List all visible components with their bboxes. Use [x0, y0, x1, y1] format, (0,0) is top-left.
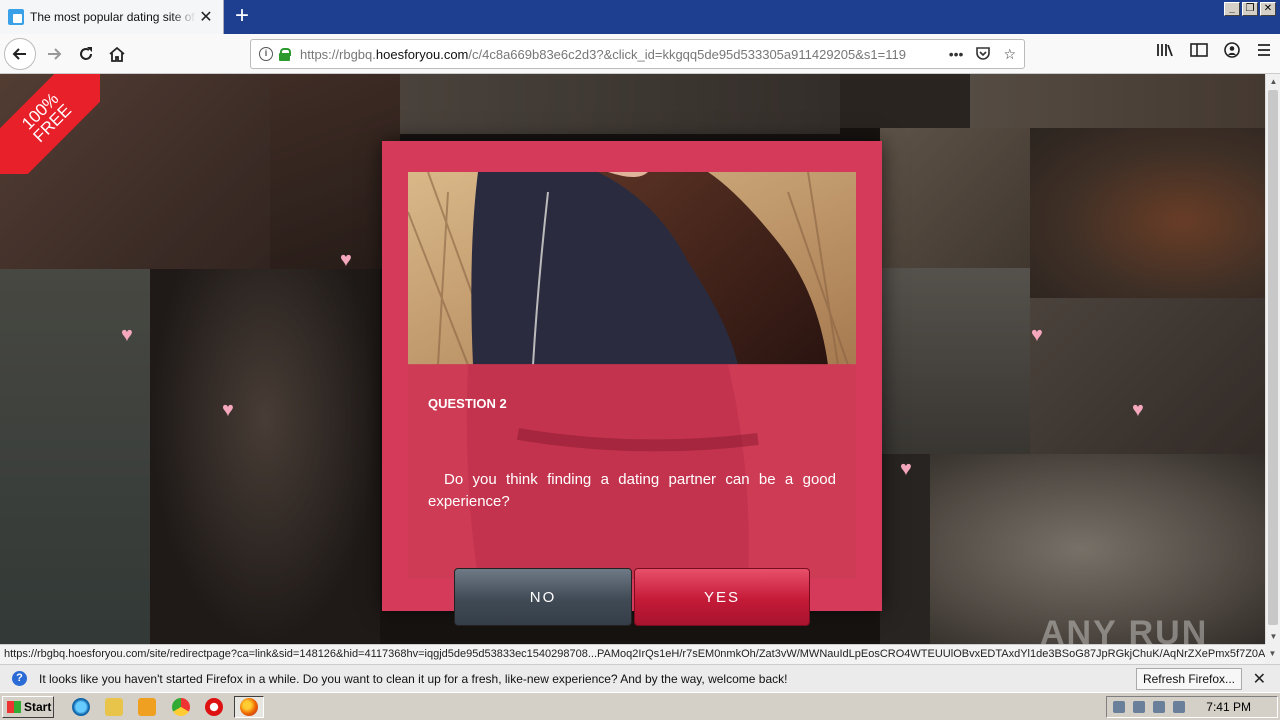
sidebar-icon[interactable]	[1190, 42, 1208, 63]
home-icon	[109, 46, 125, 62]
heart-icon: ♥	[1132, 399, 1144, 421]
new-tab-button[interactable]: +	[228, 3, 256, 31]
home-button[interactable]	[101, 38, 133, 70]
internet-explorer-icon[interactable]	[72, 698, 90, 716]
notification-text: It looks like you haven't started Firefo…	[39, 671, 788, 686]
url-text[interactable]: https://rbgbq.hoesforyou.com/c/4c8a669b8…	[300, 47, 910, 62]
page-actions-menu-icon[interactable]: •••	[949, 46, 964, 62]
site-favicon-icon	[8, 9, 24, 25]
hamburger-menu-icon[interactable]	[1256, 42, 1272, 63]
scroll-up-arrow-icon[interactable]: ▲	[1266, 74, 1280, 89]
pocket-icon[interactable]	[975, 46, 991, 63]
reload-button[interactable]	[70, 38, 102, 70]
volume-icon[interactable]	[1153, 701, 1165, 713]
browser-tab[interactable]: The most popular dating site of the ✕	[0, 0, 224, 34]
system-tray: 7:41 PM	[1106, 696, 1278, 718]
heart-icon: ♥	[121, 324, 133, 346]
library-icon[interactable]	[1156, 42, 1174, 63]
reload-icon	[80, 47, 92, 60]
start-button[interactable]: Start	[2, 696, 54, 718]
help-icon: ?	[12, 671, 27, 686]
windows-logo-icon	[7, 701, 21, 713]
notification-close-icon[interactable]: ✕	[1253, 669, 1266, 689]
no-button[interactable]: NO	[454, 568, 632, 626]
bookmark-star-icon[interactable]: ☆	[1003, 46, 1016, 63]
question-number: QUESTION 2	[428, 396, 507, 411]
minimize-button[interactable]: _	[1224, 2, 1240, 16]
woman-photo-icon	[408, 172, 856, 365]
heart-icon: ♥	[900, 458, 912, 480]
window-controls: _ ❐ ✕	[1224, 2, 1276, 16]
modal-photo	[408, 172, 856, 365]
notification-bar: ? It looks like you haven't started Fire…	[0, 664, 1280, 692]
tab-title: The most popular dating site of the	[30, 10, 196, 24]
firefox-icon	[240, 698, 258, 716]
start-label: Start	[24, 700, 52, 714]
watermark: ANY RUN	[1040, 614, 1209, 644]
scrollbar-thumb[interactable]	[1268, 90, 1278, 625]
forward-arrow-icon	[48, 48, 62, 60]
clock[interactable]: 7:41 PM	[1206, 700, 1251, 714]
account-icon[interactable]	[1224, 42, 1240, 63]
restore-button[interactable]: ❐	[1242, 2, 1258, 16]
flag-icon[interactable]	[1173, 701, 1185, 713]
lock-icon[interactable]	[279, 48, 291, 61]
status-scroll-arrow-icon: ▼	[1265, 644, 1280, 664]
question-panel: QUESTION 2 Do you think finding a dating…	[408, 364, 856, 579]
info-icon[interactable]: i	[259, 47, 273, 61]
folder-icon[interactable]	[105, 698, 123, 716]
forward-button[interactable]	[38, 38, 70, 70]
back-arrow-icon	[12, 48, 26, 60]
tab-close-icon[interactable]: ✕	[197, 7, 215, 27]
heart-icon: ♥	[1031, 324, 1043, 346]
tray-arrow-icon[interactable]	[1113, 701, 1125, 713]
tab-strip: The most popular dating site of the ✕ + …	[0, 0, 1280, 34]
chrome-icon[interactable]	[172, 698, 190, 716]
scroll-down-arrow-icon[interactable]: ▼	[1266, 629, 1280, 644]
vertical-scrollbar[interactable]: ▲ ▼	[1265, 74, 1280, 644]
yes-button[interactable]: YES	[634, 568, 810, 626]
firefox-taskbar-button[interactable]	[234, 696, 264, 718]
refresh-firefox-button[interactable]: Refresh Firefox...	[1135, 668, 1242, 690]
navigation-toolbar: i https://rbgbq.hoesforyou.com/c/4c8a669…	[0, 34, 1280, 74]
network-icon[interactable]	[1133, 701, 1145, 713]
status-link-url: https://rbgbq.hoesforyou.com/site/redire…	[0, 644, 1265, 664]
address-bar[interactable]: i https://rbgbq.hoesforyou.com/c/4c8a669…	[250, 39, 1025, 69]
back-button[interactable]	[4, 38, 36, 70]
question-modal: QUESTION 2 Do you think finding a dating…	[382, 141, 882, 626]
free-ribbon: 100% FREE	[0, 74, 100, 174]
opera-icon[interactable]	[205, 698, 223, 716]
heart-icon: ♥	[222, 399, 234, 421]
heart-icon: ♥	[340, 249, 352, 271]
question-text: Do you think finding a dating partner ca…	[428, 471, 836, 510]
taskbar: Start 7:41 PM	[0, 692, 1280, 720]
close-window-button[interactable]: ✕	[1260, 2, 1276, 16]
media-player-icon[interactable]	[138, 698, 156, 716]
